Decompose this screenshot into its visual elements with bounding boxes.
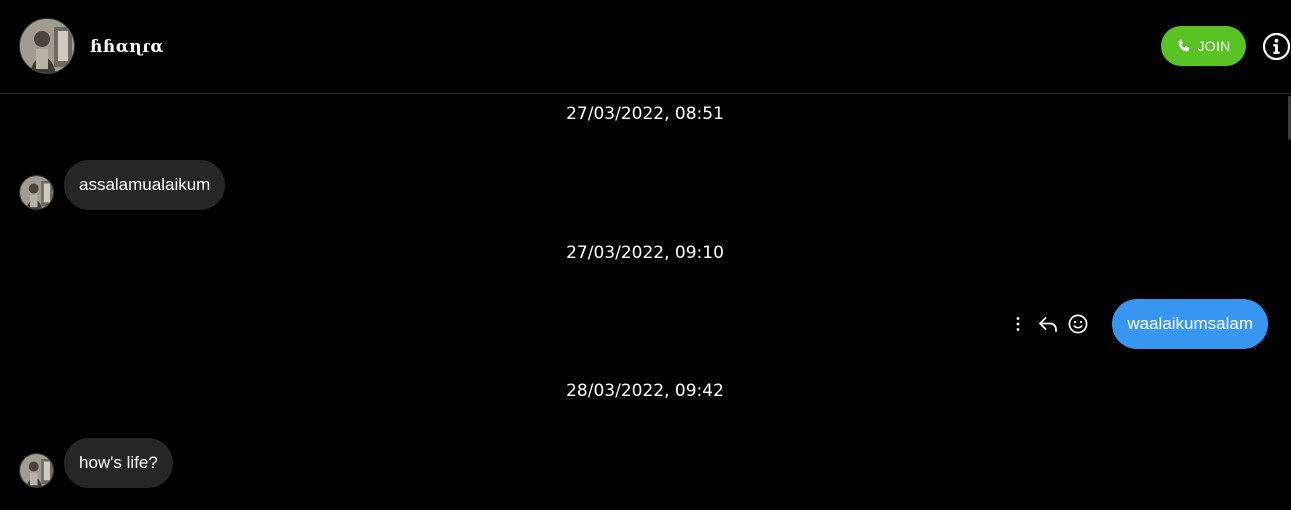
incoming-message-bubble[interactable]: how's life? [64, 438, 173, 488]
message-timestamp: 27/03/2022, 08:51 [566, 104, 724, 124]
reply-icon[interactable] [1036, 312, 1060, 336]
phone-icon [1179, 39, 1190, 52]
message-timestamp: 28/03/2022, 09:42 [566, 381, 724, 401]
info-icon[interactable] [1262, 32, 1291, 61]
avatar-photo [20, 19, 74, 73]
message-text: how's life? [79, 453, 158, 472]
emoji-react-icon[interactable] [1066, 312, 1090, 336]
conversation-header: ɦɦαɳɾα JOIN [0, 0, 1291, 94]
more-options-icon[interactable] [1006, 312, 1030, 336]
message-actions [1006, 310, 1090, 338]
profile-avatar[interactable] [19, 18, 75, 74]
message-timestamp: 27/03/2022, 09:10 [566, 243, 724, 263]
join-call-button[interactable]: JOIN [1161, 26, 1246, 66]
join-call-label: JOIN [1197, 38, 1231, 54]
conversation-username[interactable]: ɦɦαɳɾα [90, 37, 164, 57]
avatar-photo [20, 176, 53, 209]
avatar-photo [20, 454, 53, 487]
sender-avatar[interactable] [19, 453, 54, 488]
sender-avatar[interactable] [19, 175, 54, 210]
outgoing-message-bubble[interactable]: waalaikumsalam [1112, 299, 1268, 349]
direct-message-window: ɦɦαɳɾα JOIN 27/03/2022, 08:51 27/03/2022… [0, 0, 1291, 510]
message-text: waalaikumsalam [1127, 314, 1253, 333]
incoming-message-bubble[interactable]: assalamualaikum [64, 160, 226, 210]
thread-scrollbar-track[interactable] [1287, 94, 1291, 510]
message-text: assalamualaikum [79, 175, 211, 194]
